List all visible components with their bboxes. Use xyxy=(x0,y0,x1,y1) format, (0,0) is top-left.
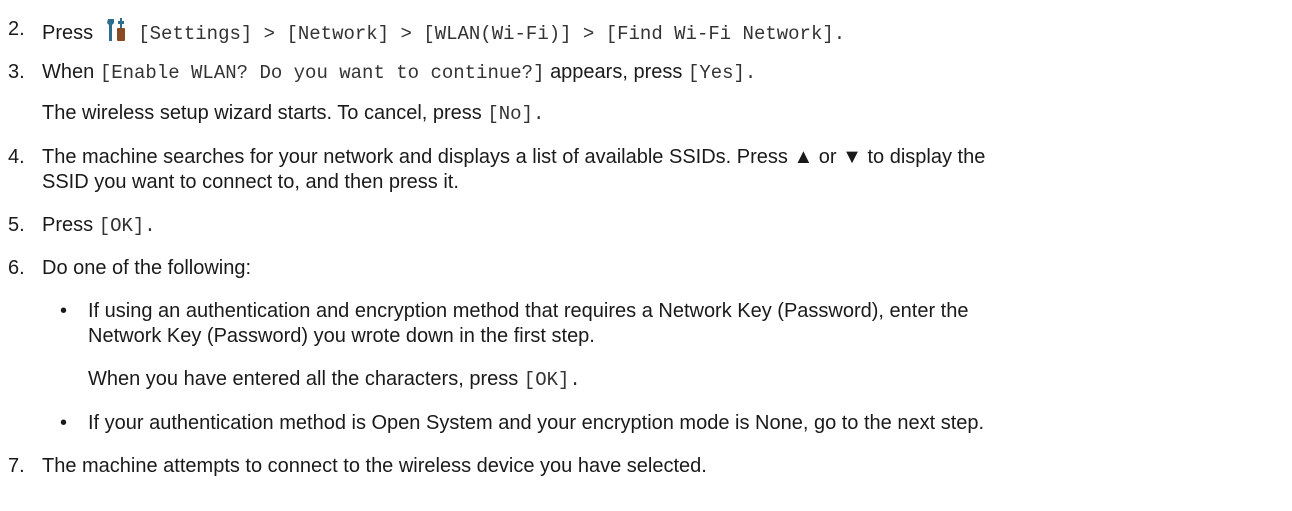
step-text: Press xyxy=(42,214,94,236)
step-text: The machine attempts to connect to the w… xyxy=(42,455,707,477)
step-number: 3. xyxy=(8,61,25,83)
step-text-appears: appears, press xyxy=(550,61,683,83)
step-number: 4. xyxy=(8,146,25,168)
bullet-glyph: • xyxy=(60,412,68,434)
step-number: 7. xyxy=(8,455,25,477)
step-number: 2. xyxy=(8,18,25,40)
manual-page: { "steps": { "s2": { "num": "2.", "press… xyxy=(0,0,1292,511)
bullet-item-1-note: When you have entered all the characters… xyxy=(88,367,581,392)
no-label: [No]. xyxy=(487,103,545,125)
yes-label: [Yes]. xyxy=(687,62,757,84)
ok-label: [OK]. xyxy=(98,215,156,237)
bullet-text: Network Key (Password) you wrote down in… xyxy=(88,325,595,347)
bullet-text: If your authentication method is Open Sy… xyxy=(88,412,985,434)
step-text: Do one of the following: xyxy=(42,257,252,279)
bullet-note-text: When you have entered all the characters… xyxy=(88,368,519,390)
step-text: When xyxy=(42,61,95,83)
ok-label: [OK]. xyxy=(523,369,581,391)
bullet-item-1-cont: Network Key (Password) you wrote down in… xyxy=(88,324,595,348)
settings-path: [Settings] > [Network] > [WLAN(Wi-Fi)] >… xyxy=(138,23,846,45)
step-number: 6. xyxy=(8,257,25,279)
settings-icon xyxy=(105,17,129,49)
step-4-cont: SSID you want to connect to, and then pr… xyxy=(42,170,459,194)
step-number: 5. xyxy=(8,214,25,236)
step-text: SSID you want to connect to, and then pr… xyxy=(42,171,459,193)
step-text: Press xyxy=(42,22,94,44)
step-note-text: The wireless setup wizard starts. To can… xyxy=(42,102,482,124)
enable-wlan-prompt: [Enable WLAN? Do you want to continue?] xyxy=(99,62,545,84)
bullet-text: If using an authentication and encryptio… xyxy=(88,300,969,322)
step-3-note: The wireless setup wizard starts. To can… xyxy=(42,101,544,126)
bullet-glyph: • xyxy=(60,300,68,322)
step-text: The machine searches for your network an… xyxy=(42,146,986,168)
